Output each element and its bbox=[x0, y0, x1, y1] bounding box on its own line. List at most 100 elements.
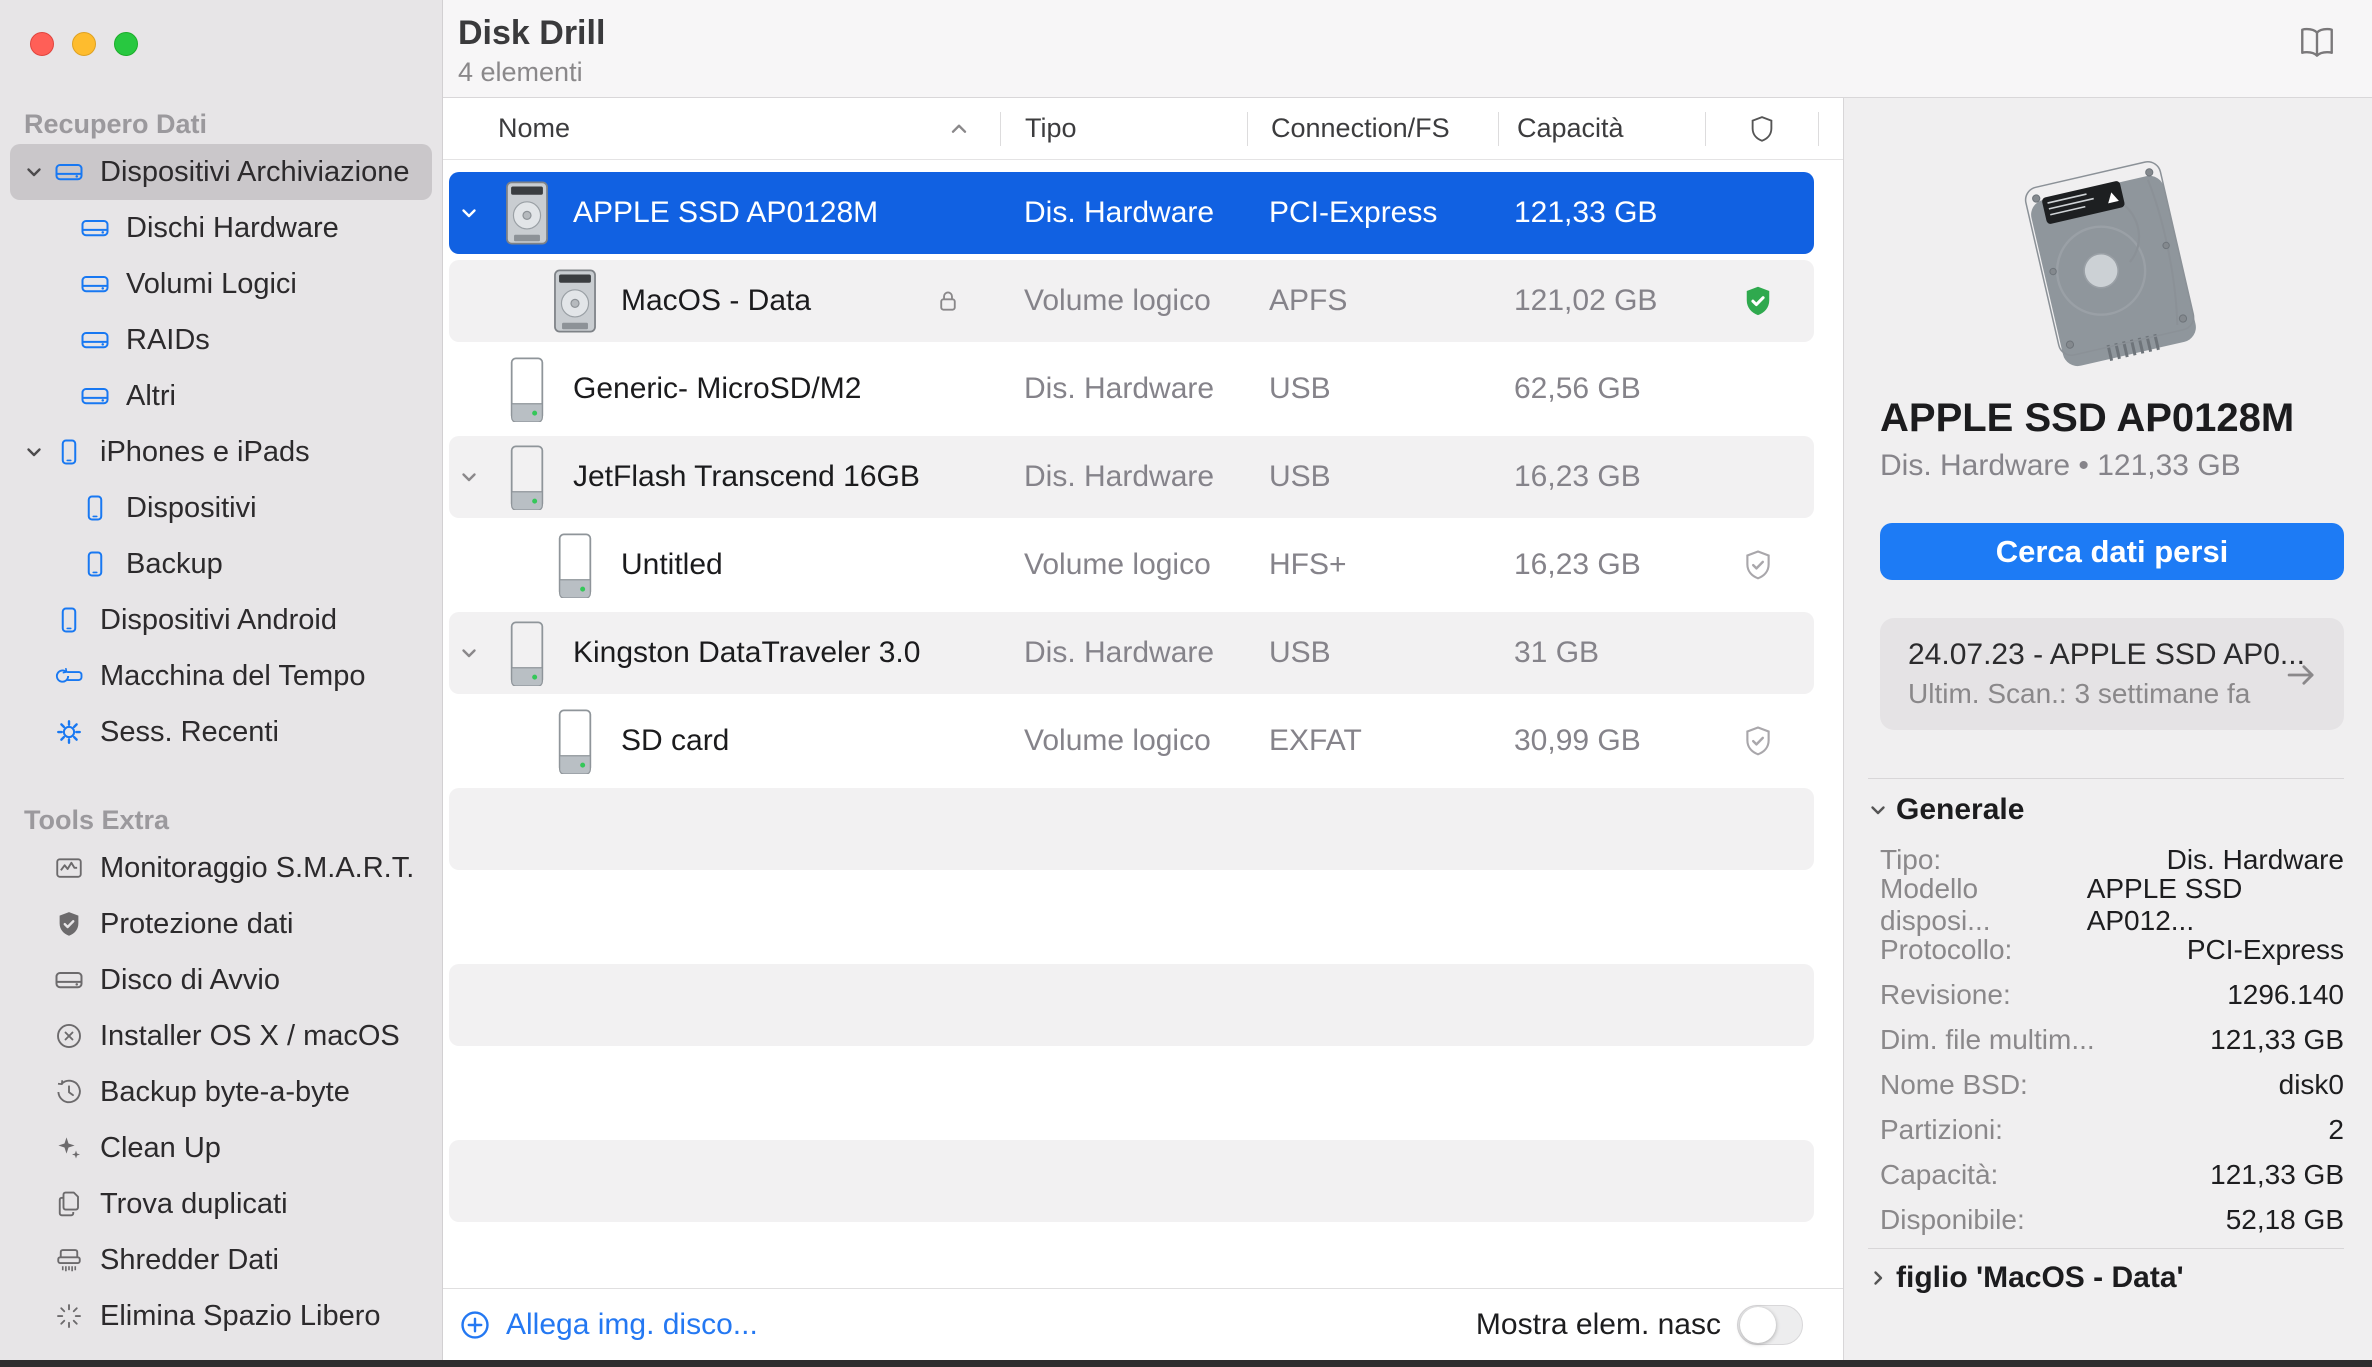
page-title: Disk Drill bbox=[458, 14, 606, 52]
table-row-jetflash[interactable]: JetFlash Transcend 16GB Dis. Hardware US… bbox=[449, 436, 1814, 518]
child-macos-data-section-header[interactable]: figlio 'MacOS - Data' bbox=[1866, 1261, 2344, 1295]
table-row-kingston[interactable]: Kingston DataTraveler 3.0 Dis. Hardware … bbox=[449, 612, 1814, 694]
last-scan-card[interactable]: 24.07.23 - APPLE SSD AP0... Ultim. Scan.… bbox=[1880, 618, 2344, 730]
cell-shield bbox=[1702, 283, 1814, 319]
sidebar-item-dispositivi[interactable]: Dispositivi bbox=[10, 480, 432, 536]
table-row-untitled[interactable]: Untitled Volume logico HFS+ 16,23 GB bbox=[449, 524, 1814, 606]
android-phone-icon bbox=[54, 605, 84, 635]
minimize-window-button[interactable] bbox=[72, 32, 96, 56]
general-section-header[interactable]: Generale bbox=[1866, 793, 2344, 827]
sidebar-item-clean-up[interactable]: Clean Up bbox=[10, 1120, 432, 1176]
shield-check-filled-icon bbox=[54, 909, 84, 939]
cell-capacity: 121,33 GB bbox=[1514, 196, 1658, 229]
column-header-nome[interactable]: Nome bbox=[443, 98, 1000, 159]
sidebar-item-label: Dispositivi Archiviazione bbox=[100, 155, 410, 188]
traffic-lights bbox=[30, 32, 138, 56]
sidebar-item-label: Backup bbox=[126, 547, 223, 580]
cell-type: Volume logico bbox=[1024, 724, 1211, 757]
detail-label: Protocollo: bbox=[1880, 933, 2013, 965]
cell-name: Kingston DataTraveler 3.0 bbox=[449, 612, 1000, 694]
chevron-down-icon[interactable] bbox=[457, 201, 481, 225]
cell-connection: USB bbox=[1269, 460, 1331, 493]
external-drive-icon bbox=[80, 269, 110, 299]
table-row-macos-data[interactable]: MacOS - Data Volume logico APFS 121,02 G… bbox=[449, 260, 1814, 342]
time-machine-icon bbox=[54, 661, 84, 691]
sidebar-item-dispositivi-android[interactable]: Dispositivi Android bbox=[10, 592, 432, 648]
sidebar-item-label: Shredder Dati bbox=[100, 1243, 279, 1276]
show-hidden-toggle[interactable] bbox=[1737, 1304, 1803, 1345]
attach-disk-image-button[interactable]: Allega img. disco... bbox=[458, 1308, 758, 1342]
chevron-down-icon[interactable] bbox=[457, 641, 481, 665]
help-book-button[interactable] bbox=[2298, 24, 2336, 65]
sidebar-item-label: Disco di Avvio bbox=[100, 963, 280, 996]
toggle-knob bbox=[1740, 1306, 1776, 1343]
sidebar-nav: Recupero Dati Dispositivi Archiviazione … bbox=[0, 104, 442, 1344]
zoom-window-button[interactable] bbox=[114, 32, 138, 56]
cell-capacity: 121,02 GB bbox=[1514, 284, 1658, 317]
sidebar-item-macchina-del-tempo[interactable]: Macchina del Tempo bbox=[10, 648, 432, 704]
usb-stick-icon bbox=[501, 444, 553, 510]
iphone-icon bbox=[80, 493, 110, 523]
sidebar-item-disco-di-avvio[interactable]: Disco di Avvio bbox=[10, 952, 432, 1008]
column-header-capacita[interactable]: Capacità bbox=[1499, 98, 1705, 159]
divider bbox=[1868, 1248, 2344, 1249]
device-title: APPLE SSD AP0128M bbox=[1880, 396, 2295, 440]
detail-row: Partizioni: 2 bbox=[1880, 1107, 2344, 1152]
sidebar-item-sess-recenti[interactable]: Sess. Recenti bbox=[10, 704, 432, 760]
chevron-down-icon[interactable] bbox=[457, 465, 481, 489]
general-details: Tipo: Dis. Hardware Modello disposi... A… bbox=[1880, 837, 2344, 1242]
search-lost-data-button[interactable]: Cerca dati persi bbox=[1880, 523, 2344, 580]
lock-icon bbox=[934, 287, 962, 315]
table-row-sd-card[interactable]: SD card Volume logico EXFAT 30,99 GB bbox=[449, 700, 1814, 782]
column-header-connection-fs[interactable]: Connection/FS bbox=[1248, 98, 1498, 159]
sidebar-item-shredder-dati[interactable]: Shredder Dati bbox=[10, 1232, 432, 1288]
sidebar-item-elimina-spazio-libero[interactable]: Elimina Spazio Libero bbox=[10, 1288, 432, 1344]
sidebar-item-trova-duplicati[interactable]: Trova duplicati bbox=[10, 1176, 432, 1232]
detail-value: 121,33 GB bbox=[2210, 1023, 2344, 1055]
chevron-right-icon bbox=[1866, 1266, 1890, 1290]
sidebar-item-raids[interactable]: RAIDs bbox=[10, 312, 432, 368]
sidebar-item-altri[interactable]: Altri bbox=[10, 368, 432, 424]
sidebar-item-label: Volumi Logici bbox=[126, 267, 297, 300]
sort-asc-icon bbox=[946, 116, 972, 142]
content: Nome Tipo Connection/FS Capacità APPLE S… bbox=[443, 98, 2372, 1360]
sidebar-item-iphones-e-ipads[interactable]: iPhones e iPads bbox=[10, 424, 432, 480]
sidebar-item-dispositivi-archiviazione[interactable]: Dispositivi Archiviazione bbox=[10, 144, 432, 200]
sidebar-item-label: Elimina Spazio Libero bbox=[100, 1299, 381, 1332]
sidebar-item-backup-byte-a-byte[interactable]: Backup byte-a-byte bbox=[10, 1064, 432, 1120]
cell-type: Dis. Hardware bbox=[1024, 636, 1215, 669]
detail-value: 121,33 GB bbox=[2210, 1158, 2344, 1190]
sidebar-item-dischi-hardware[interactable]: Dischi Hardware bbox=[10, 200, 432, 256]
column-header-protection[interactable] bbox=[1706, 98, 1818, 159]
detail-value: 52,18 GB bbox=[2225, 1203, 2344, 1235]
column-header-tipo[interactable]: Tipo bbox=[1001, 98, 1247, 159]
section-title: Generale bbox=[1896, 793, 2025, 826]
cell-shield bbox=[1702, 724, 1814, 758]
cell-name: JetFlash Transcend 16GB bbox=[449, 436, 1000, 518]
cell-capacity: 16,23 GB bbox=[1514, 460, 1641, 493]
close-window-button[interactable] bbox=[30, 32, 54, 56]
cell-capacity: 31 GB bbox=[1514, 636, 1600, 669]
detail-panel: APPLE SSD AP0128M Dis. Hardware • 121,33… bbox=[1843, 98, 2372, 1360]
sidebar-item-label: Sess. Recenti bbox=[100, 715, 279, 748]
sidebar-item-backup[interactable]: Backup bbox=[10, 536, 432, 592]
device-list: APPLE SSD AP0128M Dis. Hardware PCI-Expr… bbox=[443, 160, 1843, 1288]
cell-connection: EXFAT bbox=[1269, 724, 1362, 757]
device-name: Untitled bbox=[621, 548, 723, 581]
burst-icon bbox=[54, 1301, 84, 1331]
section-header-recupero-dati: Recupero Dati bbox=[24, 108, 208, 139]
sidebar-item-monitoraggio-smart[interactable]: Monitoraggio S.M.A.R.T. bbox=[10, 840, 432, 896]
sidebar-item-installer-osx-macos[interactable]: Installer OS X / macOS bbox=[10, 1008, 432, 1064]
table-row-generic-microsd[interactable]: Generic- MicroSD/M2 Dis. Hardware USB 62… bbox=[449, 348, 1814, 430]
table-row-apple-ssd[interactable]: APPLE SSD AP0128M Dis. Hardware PCI-Expr… bbox=[449, 172, 1814, 254]
chevron-down-icon[interactable] bbox=[22, 440, 46, 464]
shredder-icon bbox=[54, 1245, 84, 1275]
hdd-icon bbox=[549, 268, 601, 334]
divider bbox=[1868, 778, 2344, 779]
cell-connection: PCI-Express bbox=[1269, 196, 1438, 229]
chevron-down-icon[interactable] bbox=[22, 160, 46, 184]
sidebar-item-volumi-logici[interactable]: Volumi Logici bbox=[10, 256, 432, 312]
cell-capacity: 16,23 GB bbox=[1514, 548, 1641, 581]
sidebar-item-protezione-dati[interactable]: Protezione dati bbox=[10, 896, 432, 952]
sidebar-item-label: Installer OS X / macOS bbox=[100, 1019, 400, 1052]
